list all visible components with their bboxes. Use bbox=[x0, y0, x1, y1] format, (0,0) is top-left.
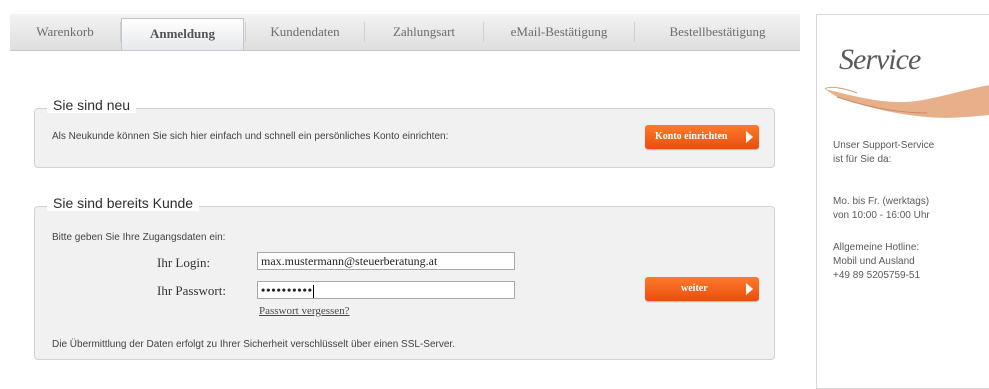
hotline-number: +49 89 5205759-51 bbox=[833, 270, 921, 281]
support-line: Unser Support-Service bbox=[833, 140, 935, 151]
login-label: Ihr Login: bbox=[157, 255, 211, 270]
hours-line: von 10:00 - 16:00 Uhr bbox=[833, 210, 930, 221]
hours-line: Mo. bis Fr. (werktags) bbox=[833, 196, 930, 207]
tab-kundendaten[interactable]: Kundendaten bbox=[246, 14, 364, 50]
hotline-text: Allgemeine Hotline: Mobil und Ausland +4… bbox=[833, 241, 920, 283]
new-customer-section: Sie sind neu Als Neukunde können Sie sic… bbox=[34, 97, 775, 168]
service-panel: Service Unser Support-Service ist für Si… bbox=[816, 14, 989, 389]
hand-icon bbox=[824, 85, 989, 118]
existing-customer-heading: Sie sind bereits Kunde bbox=[47, 195, 200, 211]
password-masked-value: •••••••••• bbox=[261, 283, 314, 297]
login-instructions: Bitte geben Sie Ihre Zugangsdaten ein: bbox=[52, 232, 226, 243]
support-text: Unser Support-Service ist für Sie da: bbox=[833, 139, 934, 167]
forgot-password-link[interactable]: Passwort vergessen? bbox=[259, 305, 350, 317]
continue-button[interactable]: weiter bbox=[645, 277, 759, 301]
tab-warenkorb[interactable]: Warenkorb bbox=[10, 14, 120, 50]
login-input[interactable]: max.mustermann@steuerberatung.at bbox=[257, 252, 515, 270]
arrow-right-icon bbox=[746, 283, 753, 295]
create-account-button-label: Konto einrichten bbox=[655, 131, 728, 142]
create-account-button[interactable]: Konto einrichten bbox=[645, 125, 759, 149]
new-customer-heading: Sie sind neu bbox=[47, 97, 137, 113]
password-input[interactable]: •••••••••• bbox=[257, 281, 515, 299]
hours-text: Mo. bis Fr. (werktags) von 10:00 - 16:00… bbox=[833, 195, 930, 223]
hotline-line: Mobil und Ausland bbox=[833, 256, 915, 267]
existing-customer-section: Sie sind bereits Kunde Bitte geben Sie I… bbox=[34, 195, 775, 360]
ssl-note: Die Übermittlung der Daten erfolgt zu Ih… bbox=[52, 339, 455, 350]
support-line: ist für Sie da: bbox=[833, 154, 892, 165]
checkout-step-tabs: Warenkorb Anmeldung Kundendaten Zahlungs… bbox=[10, 14, 800, 51]
hotline-line: Allgemeine Hotline: bbox=[833, 242, 920, 253]
tab-bestellbestaetigung[interactable]: Bestellbestätigung bbox=[635, 14, 800, 50]
tab-email-bestaetigung[interactable]: eMail-Bestätigung bbox=[484, 14, 634, 50]
password-label: Ihr Passwort: bbox=[157, 283, 226, 298]
continue-button-label: weiter bbox=[681, 283, 708, 294]
text-cursor bbox=[313, 284, 315, 298]
tab-anmeldung[interactable]: Anmeldung bbox=[121, 18, 244, 50]
arrow-right-icon bbox=[746, 131, 753, 143]
tab-zahlungsart[interactable]: Zahlungsart bbox=[365, 14, 483, 50]
new-customer-text: Als Neukunde können Sie sich hier einfac… bbox=[52, 131, 449, 142]
